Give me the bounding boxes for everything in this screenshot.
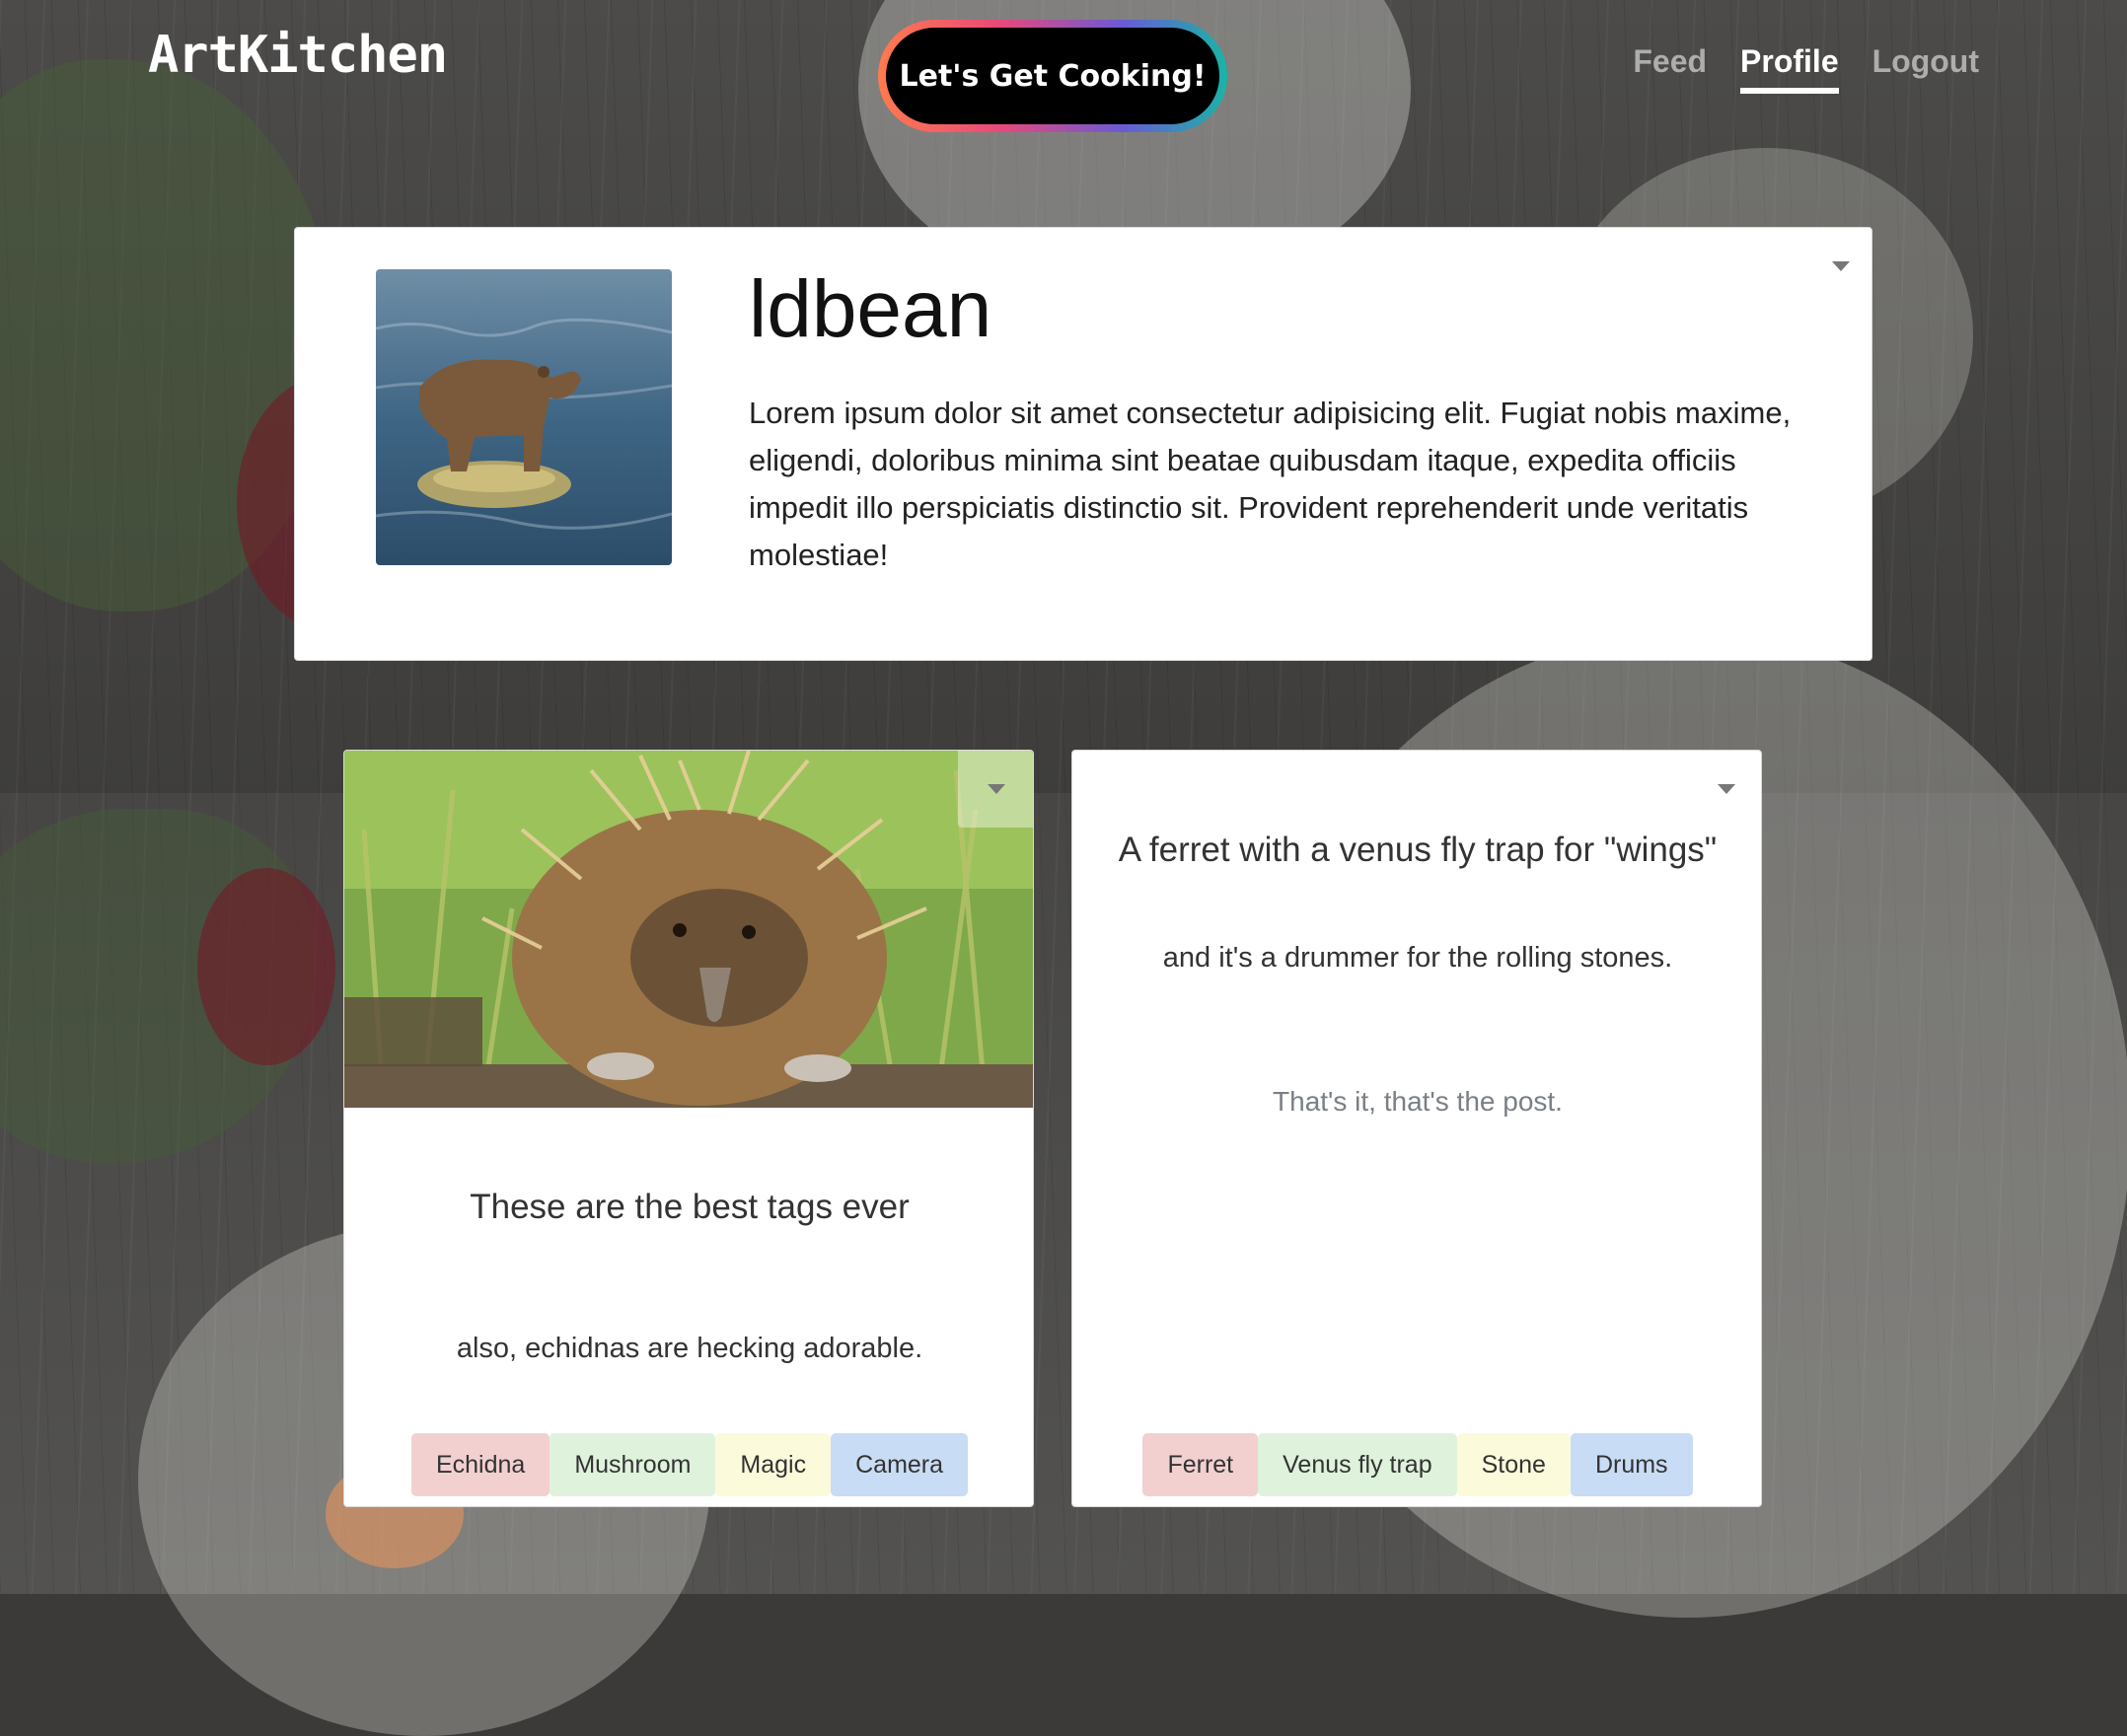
nav-feed[interactable]: Feed xyxy=(1633,43,1707,94)
profile-bio: Lorem ipsum dolor sit amet consectetur a… xyxy=(749,396,1792,572)
background-flower xyxy=(197,868,335,1065)
brand-logo[interactable]: ArtKitchen xyxy=(148,26,448,85)
nav-profile[interactable]: Profile xyxy=(1740,43,1839,94)
profile-menu-chevron-down-icon[interactable] xyxy=(1832,261,1850,271)
tag-chip[interactable]: Mushroom xyxy=(550,1433,716,1496)
tag-chip[interactable]: Camera xyxy=(831,1433,969,1496)
tag-chip[interactable]: Stone xyxy=(1456,1433,1571,1496)
tag-chip[interactable]: Magic xyxy=(715,1433,832,1496)
post-card: These are the best tags ever also, echid… xyxy=(343,750,1034,1507)
tag-list: Ferret Venus fly trap Stone Drums xyxy=(1072,1433,1761,1496)
tag-chip[interactable]: Venus fly trap xyxy=(1258,1433,1457,1496)
echidna-photo-icon xyxy=(344,751,1033,1108)
post-card: A ferret with a venus fly trap for "wing… xyxy=(1071,750,1762,1507)
post-subtitle: and it's a drummer for the rolling stone… xyxy=(1162,942,1673,974)
post-title: A ferret with a venus fly trap for "wing… xyxy=(1118,831,1718,869)
post-body: also, echidnas are hecking adorable. xyxy=(456,1333,923,1364)
profile-username: ldbean xyxy=(749,264,992,354)
post-menu-chevron-down-icon[interactable] xyxy=(1718,784,1735,794)
post-title: These are the best tags ever xyxy=(470,1188,910,1226)
main-nav: Feed Profile Logout xyxy=(1633,43,1979,94)
cta-button-border: Let's Get Cooking! xyxy=(878,20,1227,132)
chevron-down-icon xyxy=(988,784,1005,794)
post-body: That's it, that's the post. xyxy=(1273,1086,1563,1117)
profile-card: ldbean Lorem ipsum dolor sit amet consec… xyxy=(294,227,1872,661)
lets-get-cooking-button[interactable]: Let's Get Cooking! xyxy=(886,28,1219,124)
tag-chip[interactable]: Ferret xyxy=(1142,1433,1259,1496)
nav-logout[interactable]: Logout xyxy=(1872,43,1979,94)
tag-chip[interactable]: Echidna xyxy=(410,1433,550,1496)
tag-list: Echidna Mushroom Magic Camera xyxy=(344,1433,1033,1496)
bear-photo-icon xyxy=(376,269,672,565)
tag-chip[interactable]: Drums xyxy=(1570,1433,1693,1496)
post-menu-button[interactable] xyxy=(958,751,1033,828)
